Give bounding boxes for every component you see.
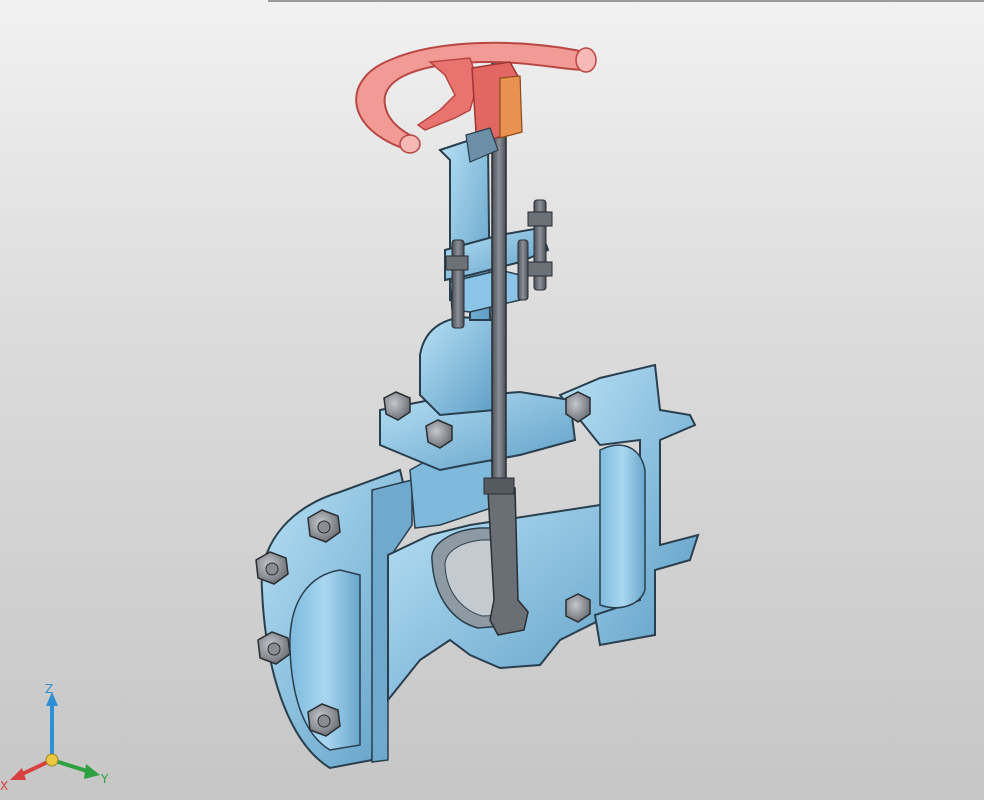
right-bore: [599, 444, 646, 609]
gland-nut: [527, 261, 553, 277]
x-axis-label: X: [0, 779, 8, 793]
3d-viewport[interactable]: [0, 0, 984, 800]
bonnet-dome[interactable]: [419, 316, 496, 417]
z-axis-label: Z: [45, 682, 53, 696]
stem-nut-bushing: [499, 75, 523, 139]
gland-nut: [445, 255, 469, 271]
y-arrow-icon: [84, 764, 100, 779]
stem-collar: [483, 477, 515, 495]
origin-marker: [45, 753, 59, 767]
gland-nut: [527, 211, 553, 227]
rim-end: [575, 47, 597, 73]
gland-stud[interactable]: [517, 239, 529, 301]
y-axis-label: Y: [100, 772, 109, 786]
gland-stud[interactable]: [451, 239, 465, 329]
rim-end: [399, 134, 421, 154]
handwheel[interactable]: [355, 41, 597, 163]
valve-body[interactable]: [260, 138, 700, 770]
axis-triad: Z X Y: [0, 682, 109, 793]
x-arrow-icon: [10, 768, 26, 780]
